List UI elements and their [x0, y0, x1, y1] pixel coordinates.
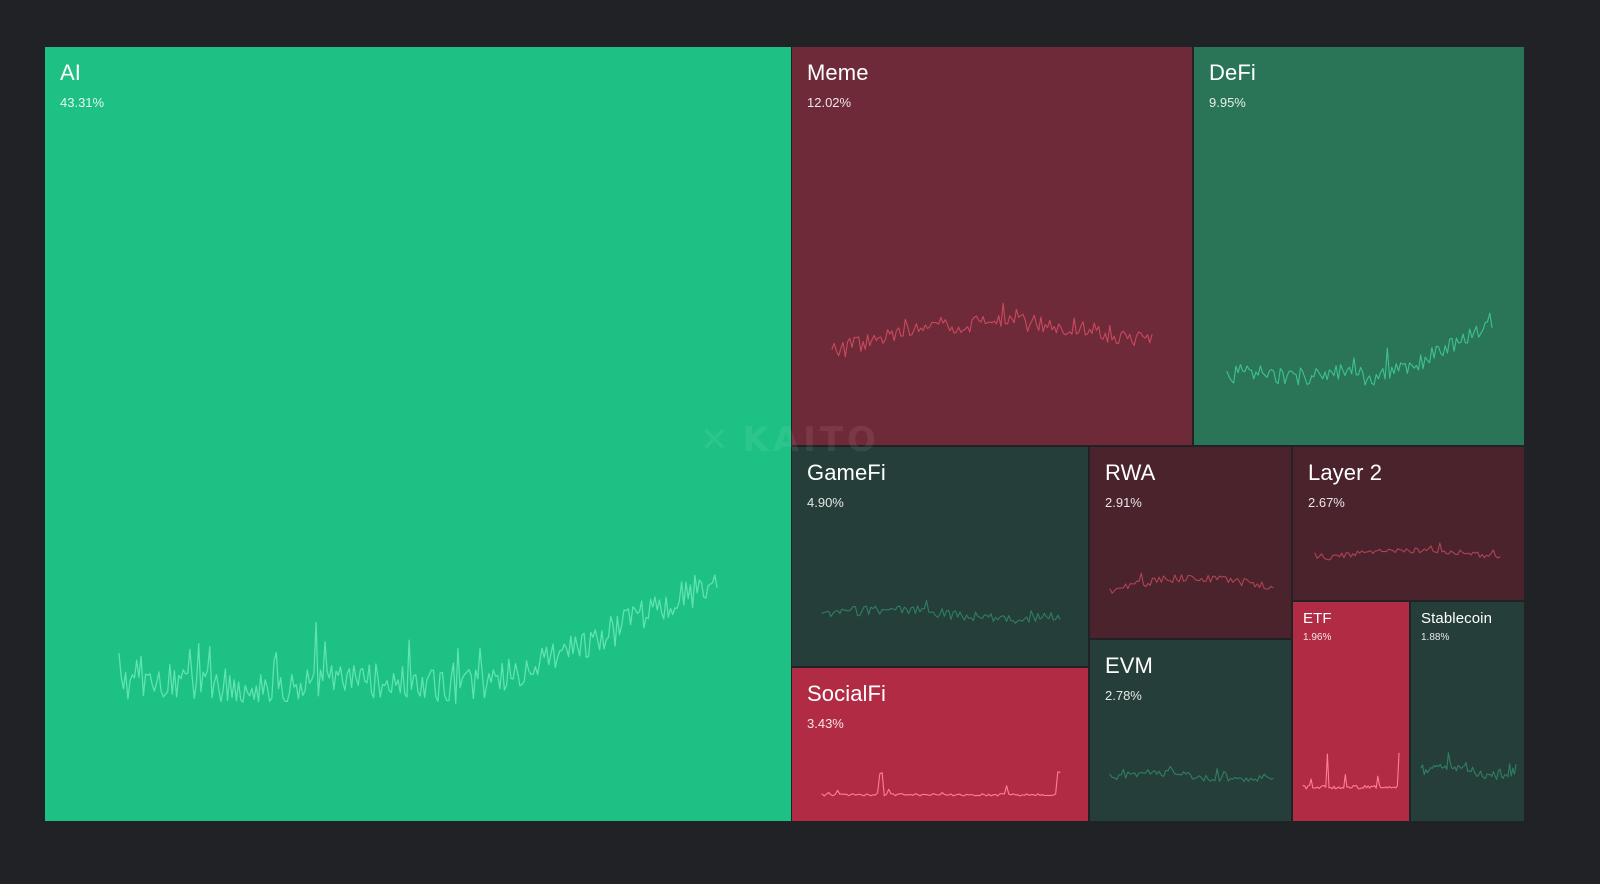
tile-label-etf: ETF	[1303, 610, 1332, 627]
tile-label-meme: Meme	[807, 60, 869, 85]
tile-label-defi: DeFi	[1209, 60, 1256, 85]
sparkline-path-gamefi	[821, 599, 1061, 624]
tile-share-socialfi: 3.43%	[807, 716, 844, 731]
sparkline-path-socialfi	[821, 771, 1061, 797]
tile-share-etf: 1.96%	[1303, 632, 1332, 643]
tile-layer-2[interactable]: Layer 2 2.67%	[1293, 447, 1524, 600]
sparkline-path-ai	[118, 574, 718, 705]
sparkline-path-stablecoin	[1420, 752, 1517, 780]
tile-label-rwa: RWA	[1105, 460, 1156, 485]
tile-defi[interactable]: DeFi 9.95%	[1194, 47, 1524, 445]
sparkline-socialfi	[821, 771, 1061, 797]
tile-share-evm: 2.78%	[1105, 688, 1142, 703]
tile-share-gamefi: 4.90%	[807, 495, 844, 510]
tile-ai[interactable]: AI 43.31%	[45, 47, 791, 821]
sparkline-path-defi	[1226, 312, 1493, 386]
tile-share-ai: 43.31%	[60, 95, 105, 110]
tile-rwa[interactable]: RWA 2.91%	[1090, 447, 1291, 638]
tile-evm[interactable]: EVM 2.78%	[1090, 640, 1291, 821]
sparkline-etf	[1302, 752, 1400, 790]
tile-share-meme: 12.02%	[807, 95, 852, 110]
sparkline-evm	[1109, 765, 1274, 783]
sparkline-path-rwa	[1109, 572, 1274, 594]
tile-label-stablecoin: Stablecoin	[1421, 610, 1493, 627]
sparkline-layer-2	[1314, 542, 1501, 561]
tile-label-layer-2: Layer 2	[1308, 460, 1383, 485]
sparkline-ai	[118, 574, 718, 705]
sparkline-stablecoin	[1420, 752, 1517, 780]
tile-share-defi: 9.95%	[1209, 95, 1246, 110]
treemap-chart: AI 43.31% Meme 12.02% DeFi 9.95% GameFi 4.90% RW…	[45, 47, 1555, 837]
tile-gamefi[interactable]: GameFi 4.90%	[792, 447, 1088, 666]
sparkline-rwa	[1109, 572, 1274, 594]
tile-share-layer-2: 2.67%	[1308, 495, 1345, 510]
tile-label-ai: AI	[60, 60, 81, 85]
tile-share-rwa: 2.91%	[1105, 495, 1142, 510]
sparkline-path-meme	[831, 302, 1153, 358]
tile-stablecoin[interactable]: Stablecoin 1.88%	[1411, 602, 1524, 821]
sparkline-path-evm	[1109, 765, 1274, 783]
tile-label-gamefi: GameFi	[807, 460, 886, 485]
sparkline-meme	[831, 302, 1153, 358]
tile-socialfi[interactable]: SocialFi 3.43%	[792, 668, 1088, 821]
tile-meme[interactable]: Meme 12.02%	[792, 47, 1192, 445]
sparkline-path-layer-2	[1314, 542, 1501, 561]
tile-label-socialfi: SocialFi	[807, 681, 887, 706]
sparkline-path-etf	[1302, 752, 1400, 790]
tile-etf[interactable]: ETF 1.96%	[1293, 602, 1409, 821]
sparkline-gamefi	[821, 599, 1061, 624]
sparkline-defi	[1226, 312, 1493, 386]
tile-share-stablecoin: 1.88%	[1421, 632, 1450, 643]
tile-label-evm: EVM	[1105, 653, 1153, 678]
